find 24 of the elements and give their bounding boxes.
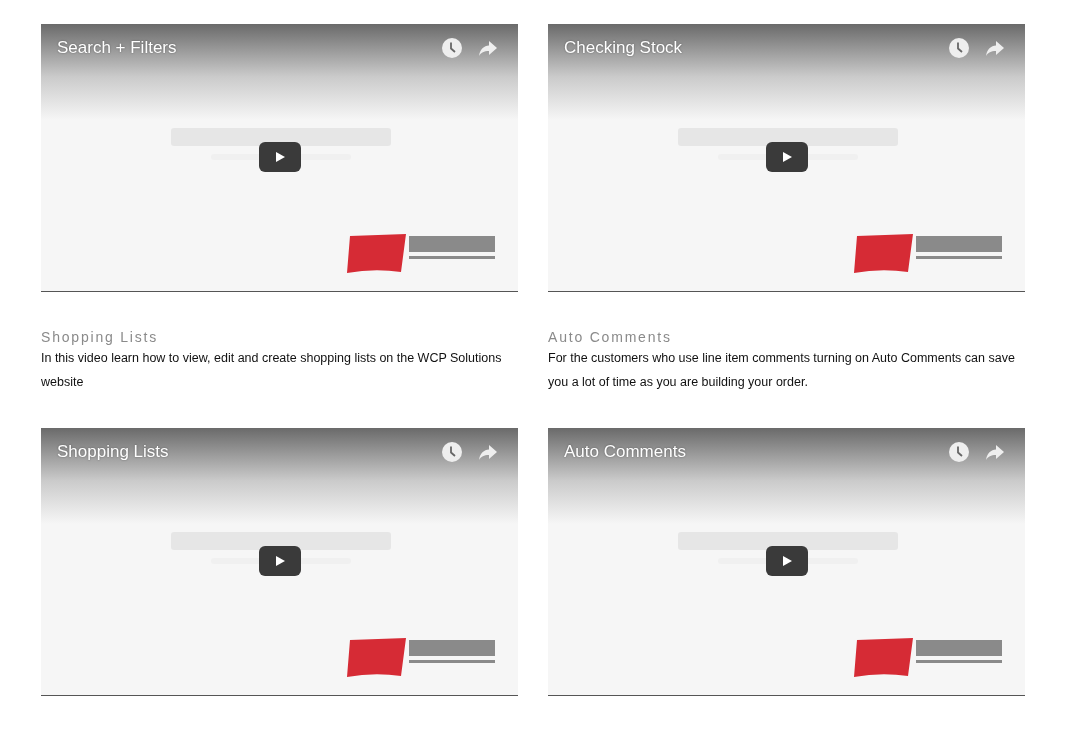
video-description: In this video learn how to view, edit and create shopping lists on the WCP Solutions website <box>41 350 503 391</box>
video-player[interactable]: Auto Comments <box>548 428 1025 695</box>
share-icon[interactable] <box>478 442 498 462</box>
video-title[interactable]: Shopping Lists <box>57 441 426 463</box>
video-title[interactable]: Search + Filters <box>57 37 426 59</box>
clock-icon[interactable] <box>442 442 462 462</box>
video-player[interactable]: Shopping Lists <box>41 428 518 695</box>
video-player[interactable]: Checking Stock <box>548 24 1025 291</box>
clock-icon[interactable] <box>442 38 462 58</box>
share-icon[interactable] <box>478 38 498 58</box>
share-icon[interactable] <box>985 442 1005 462</box>
video-player[interactable]: Search + Filters <box>41 24 518 291</box>
play-button[interactable] <box>259 142 301 172</box>
share-icon[interactable] <box>985 38 1005 58</box>
clock-icon[interactable] <box>949 442 969 462</box>
play-button[interactable] <box>259 546 301 576</box>
video-heading: Auto Comments <box>548 328 673 346</box>
video-title[interactable]: Auto Comments <box>564 441 933 463</box>
video-heading: Shopping Lists <box>41 328 160 346</box>
video-title[interactable]: Checking Stock <box>564 37 933 59</box>
video-description: For the customers who use line item comments turning on Auto Comments can save you a lot of time as you are building your order. <box>548 350 1016 391</box>
play-button[interactable] <box>766 142 808 172</box>
play-button[interactable] <box>766 546 808 576</box>
clock-icon[interactable] <box>949 38 969 58</box>
